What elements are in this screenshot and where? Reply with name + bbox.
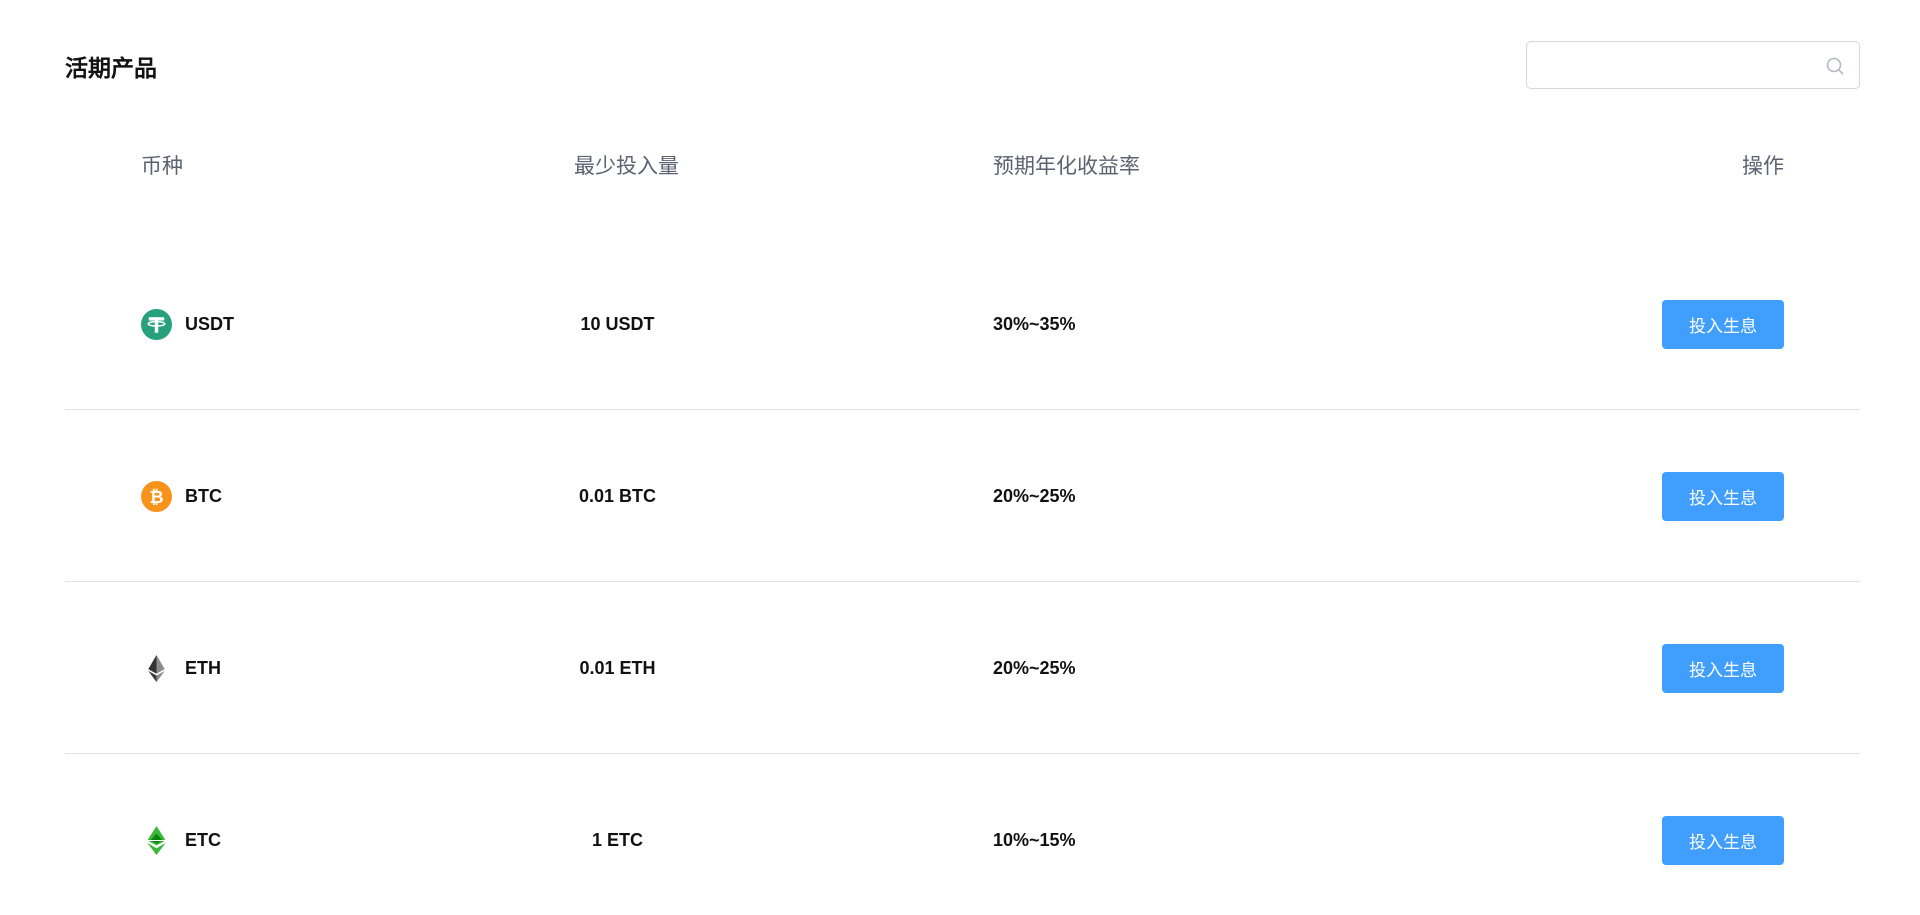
eth-icon <box>148 654 165 682</box>
table-row: ₿ BTC 0.01 BTC 20%~25% 投入生息 <box>65 410 1860 582</box>
action-cell: 投入生息 <box>1662 238 1784 410</box>
coin-cell: ₿ BTC <box>141 410 222 582</box>
column-header-coin: 币种 <box>141 154 183 178</box>
page-title: 活期产品 <box>65 56 157 82</box>
column-header-annual-yield: 预期年化收益率 <box>993 154 1140 178</box>
coin-cell: USDT <box>141 238 234 410</box>
coin-name: ETC <box>185 829 221 850</box>
coin-name: BTC <box>185 485 222 506</box>
coin-cell: ETH <box>141 582 221 754</box>
annual-yield-cell: 20%~25% <box>993 485 1076 506</box>
usdt-icon <box>141 308 172 340</box>
search-box[interactable] <box>1526 41 1860 89</box>
btc-icon: ₿ <box>141 480 172 512</box>
coin-cell: ETC <box>141 754 221 915</box>
search-icon[interactable] <box>1825 56 1845 76</box>
invest-button[interactable]: 投入生息 <box>1662 299 1784 349</box>
annual-yield-cell: 20%~25% <box>993 657 1076 678</box>
min-amount-cell: 0.01 BTC <box>578 485 657 506</box>
annual-yield-cell: 30%~35% <box>993 313 1076 334</box>
min-amount-cell: 1 ETC <box>591 829 643 850</box>
action-cell: 投入生息 <box>1662 410 1784 582</box>
svg-text:₿: ₿ <box>149 487 163 507</box>
table-row: ETH 0.01 ETH 20%~25% 投入生息 <box>65 582 1860 754</box>
invest-button[interactable]: 投入生息 <box>1662 815 1784 865</box>
coin-name: ETH <box>185 657 221 678</box>
table-row: USDT 10 USDT 30%~35% 投入生息 <box>65 238 1860 410</box>
action-cell: 投入生息 <box>1662 582 1784 754</box>
annual-yield-cell: 10%~15% <box>993 829 1076 850</box>
search-input[interactable] <box>1539 42 1819 88</box>
page: 活期产品 币种 最少投入量 预期年化收益率 操作 USDT 10 USDT 30… <box>0 0 1920 915</box>
min-amount-cell: 10 USDT <box>580 313 655 334</box>
etc-icon <box>147 825 166 855</box>
column-header-action: 操作 <box>1742 154 1784 178</box>
column-header-min-amount: 最少投入量 <box>574 154 679 178</box>
table-row: ETC 1 ETC 10%~15% 投入生息 <box>65 754 1860 915</box>
table-header: 币种 最少投入量 预期年化收益率 操作 <box>0 150 1920 184</box>
min-amount-cell: 0.01 ETH <box>579 657 656 678</box>
action-cell: 投入生息 <box>1662 754 1784 915</box>
invest-button[interactable]: 投入生息 <box>1662 471 1784 521</box>
invest-button[interactable]: 投入生息 <box>1662 643 1784 693</box>
coin-name: USDT <box>185 313 234 334</box>
